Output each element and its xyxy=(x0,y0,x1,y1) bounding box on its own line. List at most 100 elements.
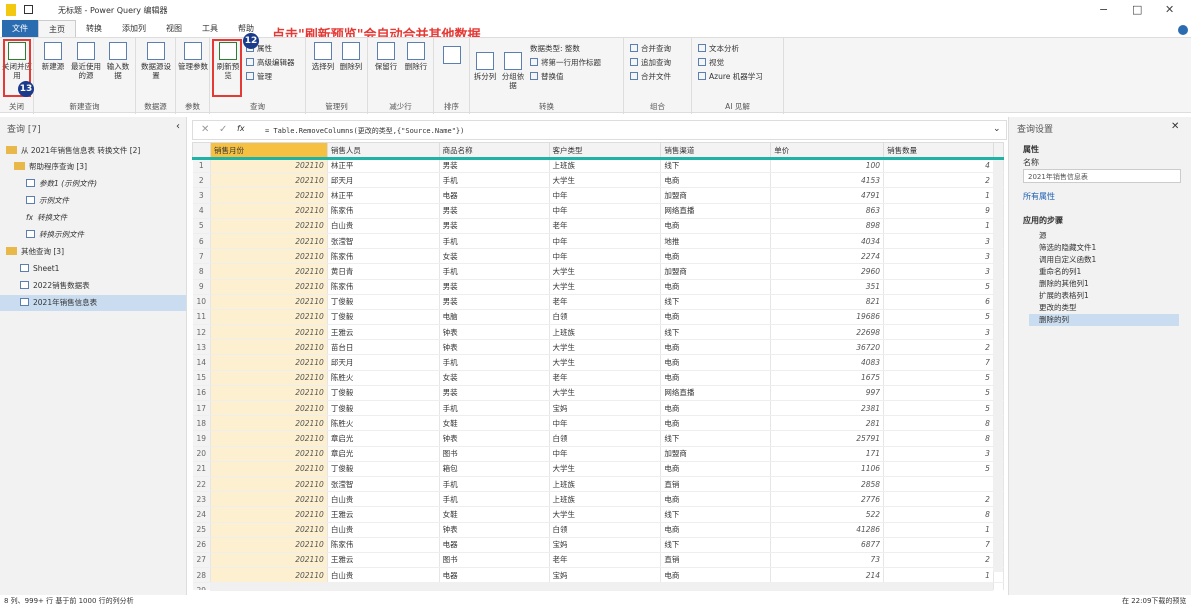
table-row[interactable]: 16 202110 丁俊毅 男装 大学生 网络直播 997 5 xyxy=(192,385,1004,402)
table-cell[interactable]: 手机 xyxy=(439,476,550,493)
table-cell[interactable]: 网络直播 xyxy=(660,385,772,402)
step-source[interactable]: 源 xyxy=(1029,230,1179,242)
table-row[interactable]: 3 202110 林正平 电器 中年 加盟商 4791 1 xyxy=(192,187,1004,204)
table-cell[interactable]: 3 xyxy=(883,248,994,265)
table-cell[interactable]: 7 xyxy=(883,537,994,553)
table-row[interactable]: 6 202110 张滢智 手机 中年 地推 4034 3 xyxy=(192,233,1004,250)
table-cell[interactable]: 大学生 xyxy=(549,506,662,523)
table-cell[interactable]: 宝妈 xyxy=(549,537,662,553)
table-cell[interactable]: 中年 xyxy=(549,203,662,219)
table-row[interactable]: 11 202110 丁俊毅 电脑 白领 电商 19686 5 xyxy=(192,309,1004,326)
table-cell[interactable]: 8 xyxy=(883,506,994,523)
table-cell[interactable]: 281 xyxy=(770,415,885,432)
table-cell[interactable]: 电脑 xyxy=(439,309,550,326)
table-cell[interactable]: 1675 xyxy=(770,370,885,386)
first-row-header-button[interactable]: 将第一行用作标题 xyxy=(530,57,601,68)
table-cell[interactable]: 地推 xyxy=(660,233,772,250)
query-item-2022[interactable]: 2022销售数据表 xyxy=(20,278,90,294)
table-cell[interactable]: 202110 xyxy=(210,370,328,386)
table-cell[interactable]: 老年 xyxy=(549,552,662,569)
query-group-other[interactable]: 其他查询 [3] xyxy=(6,244,64,260)
table-cell[interactable]: 202110 xyxy=(210,279,328,295)
table-cell[interactable]: 手机 xyxy=(439,172,550,189)
table-cell[interactable]: 白山贵 xyxy=(327,218,440,234)
tab-home[interactable]: 主页 xyxy=(38,20,76,37)
column-header[interactable]: 商品名称 xyxy=(438,142,550,158)
table-cell[interactable]: 线下 xyxy=(660,506,772,523)
table-cell[interactable]: 电器 xyxy=(439,567,550,584)
manage-parameters-button[interactable]: 管理参数 xyxy=(178,42,208,71)
table-cell[interactable]: 大学生 xyxy=(549,279,662,295)
table-row[interactable]: 4 202110 陈家伟 男装 中年 网络直播 863 9 xyxy=(192,203,1004,219)
table-cell[interactable]: 男装 xyxy=(439,279,550,295)
formula-input[interactable]: = Table.RemoveColumns(更改的类型,{"Source.Nam… xyxy=(265,126,464,136)
table-cell[interactable]: 19686 xyxy=(770,309,885,326)
column-header[interactable]: 销售月份 xyxy=(209,142,328,158)
close-settings-icon[interactable]: ✕ xyxy=(1171,121,1179,132)
table-cell[interactable]: 4791 xyxy=(770,187,885,204)
azure-ml-button[interactable]: Azure 机器学习 xyxy=(698,71,763,82)
table-cell[interactable]: 王雅云 xyxy=(327,324,440,341)
tab-add-column[interactable]: 添加列 xyxy=(112,20,156,37)
table-row[interactable]: 22 202110 张滢智 手机 上班族 直销 2858 xyxy=(192,476,1004,493)
table-cell[interactable]: 丁俊毅 xyxy=(327,385,440,402)
table-cell[interactable]: 加盟商 xyxy=(660,187,772,204)
horizontal-scrollbar[interactable] xyxy=(210,582,993,591)
minimize-button[interactable]: − xyxy=(1099,3,1108,16)
table-cell[interactable]: 大学生 xyxy=(549,263,662,280)
table-cell[interactable]: 男装 xyxy=(439,203,550,219)
table-cell[interactable]: 苗台日 xyxy=(327,339,440,356)
table-cell[interactable]: 202110 xyxy=(210,309,328,326)
column-header[interactable]: 单价 xyxy=(770,142,885,158)
table-row[interactable]: 21 202110 丁俊毅 箱包 大学生 电商 1106 5 xyxy=(192,461,1004,477)
table-cell[interactable]: 加盟商 xyxy=(660,446,772,462)
table-row[interactable]: 28 202110 白山贵 电器 宝妈 电商 214 1 xyxy=(192,567,1004,584)
remove-columns-button[interactable]: 删除列 xyxy=(338,42,364,71)
table-cell[interactable]: 丁俊毅 xyxy=(327,400,440,417)
table-cell[interactable]: 5 xyxy=(883,279,994,295)
table-cell[interactable]: 电商 xyxy=(660,309,772,326)
table-cell[interactable]: 3 xyxy=(883,263,994,280)
table-cell[interactable]: 5 xyxy=(883,461,994,477)
all-properties-link[interactable]: 所有属性 xyxy=(1023,191,1055,202)
table-cell[interactable]: 白山贵 xyxy=(327,567,440,584)
query-item-transform-file[interactable]: fx 转换文件 xyxy=(26,210,67,226)
table-cell[interactable]: 202110 xyxy=(210,218,328,234)
table-cell[interactable]: 202110 xyxy=(210,537,328,553)
table-cell[interactable]: 上班族 xyxy=(549,491,662,508)
table-cell[interactable]: 202110 xyxy=(210,248,328,265)
enter-data-button[interactable]: 输入数据 xyxy=(104,42,132,80)
table-cell[interactable]: 997 xyxy=(770,385,885,402)
table-row[interactable]: 15 202110 陈胜火 女装 老年 电商 1675 5 xyxy=(192,370,1004,386)
step-removed-columns[interactable]: 删除的列 xyxy=(1029,314,1179,326)
table-cell[interactable]: 丁俊毅 xyxy=(327,294,440,310)
table-cell[interactable]: 宝妈 xyxy=(549,567,662,584)
table-cell[interactable]: 6 xyxy=(883,294,994,310)
data-source-settings-button[interactable]: 数据源设置 xyxy=(140,42,172,80)
table-cell[interactable]: 1 xyxy=(883,187,994,204)
table-cell[interactable]: 直销 xyxy=(660,552,772,569)
tab-view[interactable]: 视图 xyxy=(156,20,192,37)
table-cell[interactable]: 5 xyxy=(883,309,994,326)
table-cell[interactable]: 陈家伟 xyxy=(327,248,440,265)
column-header[interactable]: 客户类型 xyxy=(548,142,662,158)
table-cell[interactable]: 章启光 xyxy=(327,430,440,447)
table-cell[interactable]: 2776 xyxy=(770,491,885,508)
table-cell[interactable]: 2381 xyxy=(770,400,885,417)
query-item-param[interactable]: 参数1 (示例文件) xyxy=(26,176,97,192)
table-cell[interactable]: 手机 xyxy=(439,400,550,417)
query-group-helper[interactable]: 帮助程序查询 [3] xyxy=(14,159,87,175)
table-cell[interactable]: 1 xyxy=(883,218,994,234)
table-cell[interactable]: 女鞋 xyxy=(439,506,550,523)
table-row[interactable]: 24 202110 王雅云 女鞋 大学生 线下 522 8 xyxy=(192,506,1004,523)
table-cell[interactable]: 3 xyxy=(883,324,994,341)
expand-formula-icon[interactable]: ⌄ xyxy=(993,124,1001,134)
table-cell[interactable]: 202110 xyxy=(210,203,328,219)
table-cell[interactable] xyxy=(883,476,994,493)
table-cell[interactable]: 2960 xyxy=(770,263,885,280)
table-cell[interactable]: 王雅云 xyxy=(327,506,440,523)
query-item-sample-file[interactable]: 示例文件 xyxy=(26,193,69,209)
query-item-sheet1[interactable]: Sheet1 xyxy=(20,261,59,277)
table-cell[interactable]: 手机 xyxy=(439,263,550,280)
table-cell[interactable]: 线下 xyxy=(660,430,772,447)
